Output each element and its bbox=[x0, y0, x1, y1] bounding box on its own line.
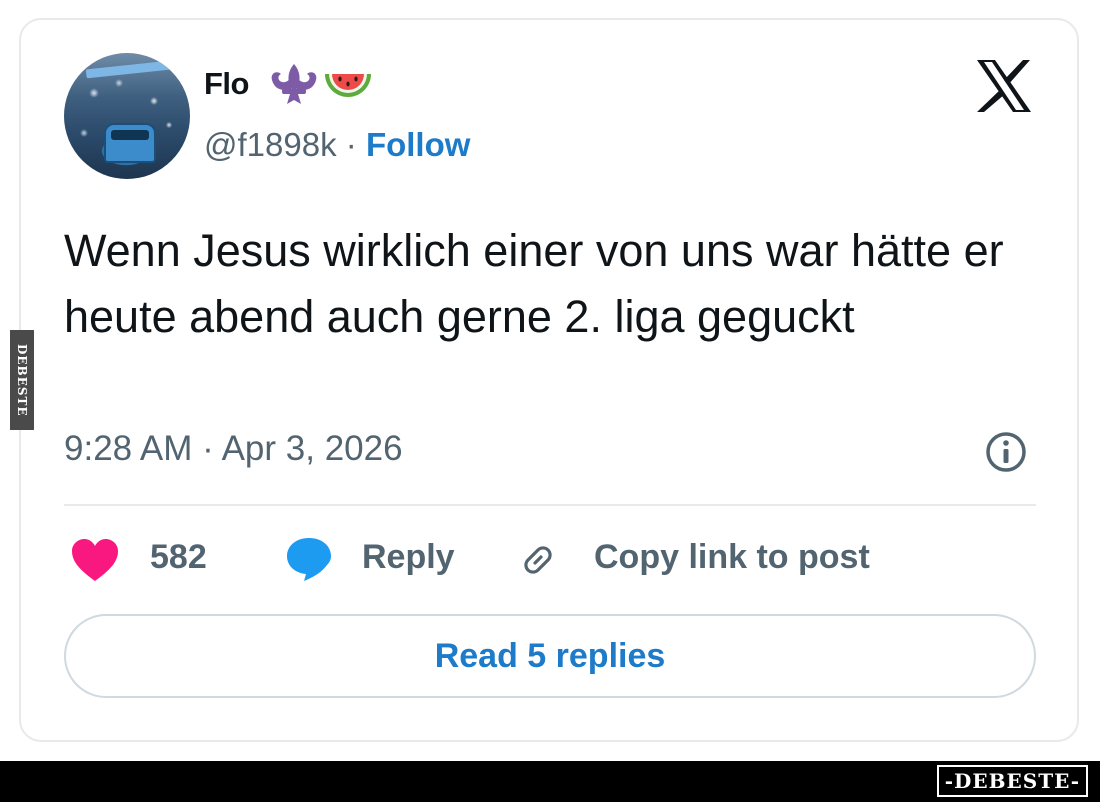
handle[interactable]: @f1898k bbox=[204, 126, 337, 163]
heart-icon[interactable] bbox=[70, 537, 120, 583]
separator: · bbox=[345, 126, 357, 163]
avatar-bus bbox=[104, 123, 156, 163]
like-count[interactable]: 582 bbox=[150, 538, 207, 577]
copy-link-button[interactable]: Copy link to post bbox=[594, 538, 870, 577]
timestamp[interactable]: 9:28 AM · Apr 3, 2026 bbox=[64, 429, 403, 469]
watermark-logo: -DEBESTE- bbox=[936, 765, 1088, 797]
avatar-banner bbox=[85, 60, 171, 79]
x-logo-icon[interactable] bbox=[974, 58, 1034, 114]
reply-button[interactable]: Reply bbox=[362, 538, 455, 577]
side-watermark: DEBESTE bbox=[10, 330, 34, 430]
read-replies-button[interactable]: Read 5 replies bbox=[64, 614, 1036, 698]
follow-button[interactable]: Follow bbox=[366, 126, 470, 163]
watermelon-icon bbox=[325, 74, 371, 97]
bottom-bar: -DEBESTE- bbox=[0, 761, 1100, 802]
reply-bubble-icon[interactable] bbox=[284, 535, 334, 583]
info-icon[interactable] bbox=[984, 430, 1028, 474]
author-name[interactable]: Flo bbox=[204, 66, 250, 102]
divider bbox=[64, 504, 1036, 506]
handle-row: @f1898k · Follow bbox=[204, 126, 470, 164]
fleur-de-lis-icon bbox=[271, 64, 317, 104]
avatar[interactable] bbox=[64, 53, 190, 179]
tweet-text: Wenn Jesus wirklich einer von uns war hä… bbox=[64, 225, 1004, 342]
link-icon[interactable] bbox=[516, 538, 560, 582]
